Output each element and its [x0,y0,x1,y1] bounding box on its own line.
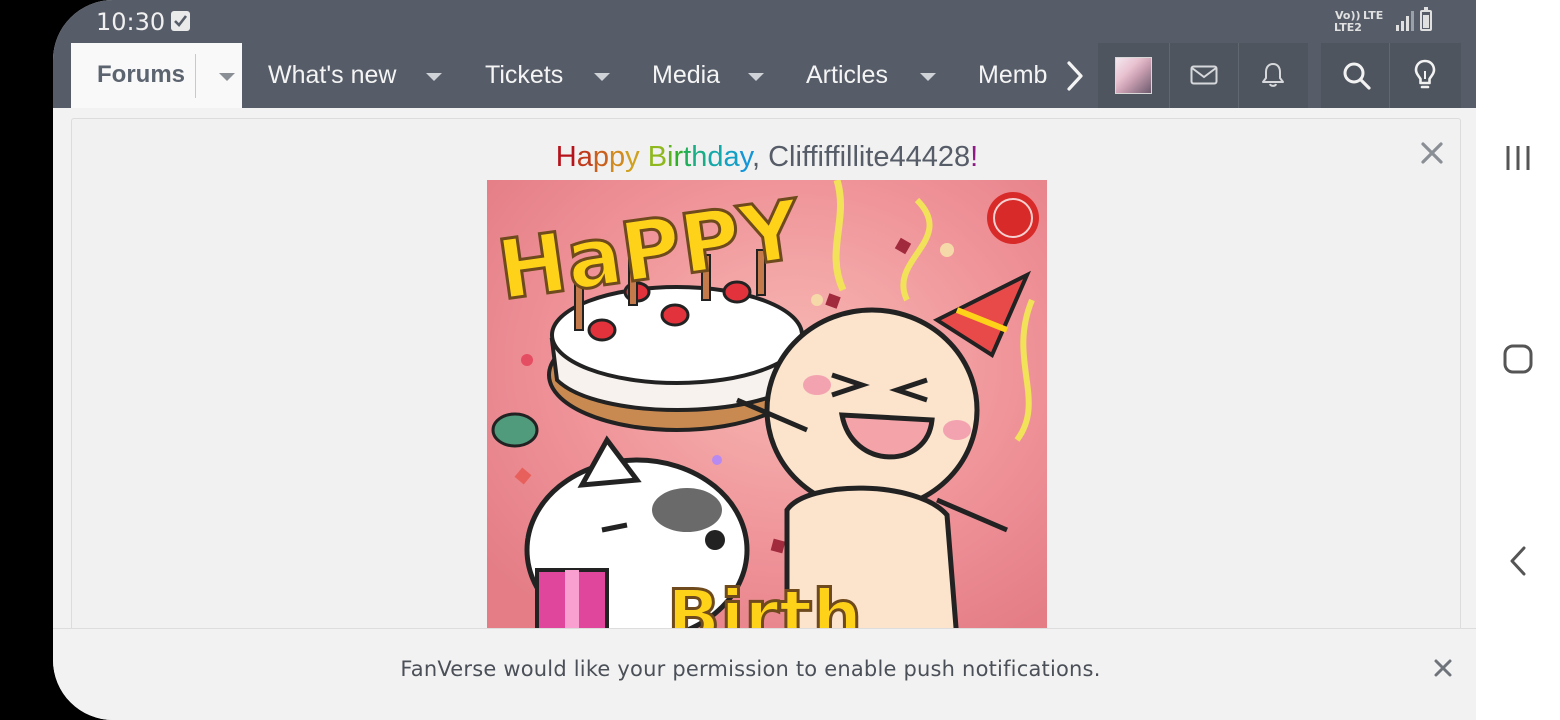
greeting-letter: a [576,141,593,173]
greeting-letter: y [625,141,640,173]
search-icon[interactable] [1342,61,1372,91]
nav-tab-forums-label: Forums [97,61,186,88]
greeting-username: , Cliffiffillite44428 [752,141,971,173]
network-indicator: Vo)) LTE LTE2 [1331,8,1391,36]
nav-divider [1389,43,1390,108]
close-icon[interactable] [1433,658,1453,678]
greeting-letter: d [707,141,724,173]
chevron-right-icon[interactable] [1065,60,1085,92]
lte-label: LTE [1363,9,1384,22]
status-time: 10:30 [96,8,166,36]
recent-apps-icon[interactable] [1504,144,1532,172]
nav-tab-forums[interactable]: Forums [71,43,242,108]
greeting-letter: y [739,141,752,173]
nav-divider [1238,43,1239,108]
battery-icon [1420,7,1432,31]
home-icon[interactable] [1503,344,1533,374]
chevron-down-icon[interactable] [594,73,610,81]
push-permission-bar: FanVerse would like your permission to e… [53,628,1476,720]
nav-tab-whats-new-label: What's new [268,61,397,89]
push-permission-message: FanVerse would like your permission to e… [400,657,1101,681]
nav-tab-articles[interactable]: Articles [806,43,946,108]
lightbulb-icon[interactable] [1414,59,1436,91]
greeting-letter [640,141,648,173]
nav-divider [195,54,196,98]
nav-tab-articles-label: Articles [806,61,888,89]
nav-divider [1169,43,1170,108]
close-icon[interactable] [1420,141,1444,165]
nav-tab-media-label: Media [652,61,721,89]
nav-tab-media[interactable]: Media [652,43,772,108]
nav-tab-tickets-label: Tickets [485,61,564,89]
status-bar: 10:30 Vo)) LTE LTE2 [53,0,1476,43]
nav-tab-members[interactable]: Memb [978,43,1051,108]
greeting-rainbow-text: Happy Birthday [556,141,752,173]
nav-tab-whats-new[interactable]: What's new [268,43,458,108]
nav-tab-tickets[interactable]: Tickets [485,43,625,108]
chevron-down-icon[interactable] [219,73,235,81]
back-icon[interactable] [1508,546,1528,576]
user-actions [1098,43,1308,108]
greeting-letter: r [673,141,684,173]
main-nav: Forums What's new Tickets Media Articles… [53,43,1476,108]
search-actions [1321,43,1461,108]
greeting-letter: h [691,141,708,173]
birthday-greeting: Happy Birthday, Cliffiffillite44428! [72,141,1462,174]
lte2-label: LTE2 [1334,21,1362,34]
greeting-letter: H [555,141,577,173]
bell-icon[interactable] [1261,61,1285,89]
signal-strength-icon [1396,11,1414,31]
system-nav-bar [1476,0,1560,720]
chevron-down-icon[interactable] [920,73,936,81]
chevron-down-icon[interactable] [426,73,442,81]
checkbox-notification-icon [171,11,190,31]
birthday-notice: Happy Birthday, Cliffiffillite44428! HaP… [71,118,1462,640]
phone-screen: 10:30 Vo)) LTE LTE2 Forums What's new Ti… [53,0,1476,720]
volte-label: Vo)) [1335,9,1361,22]
greeting-letter: a [723,141,740,173]
avatar[interactable] [1115,57,1152,94]
greeting-letter: B [647,141,668,173]
birthday-cartoon-image: HaPPY Birth [487,180,1047,640]
chevron-down-icon[interactable] [748,73,764,81]
greeting-letter: t [683,141,692,173]
greeting-letter: p [608,141,626,173]
greeting-letter: p [592,141,609,173]
nav-tab-members-label: Memb [978,61,1048,89]
greeting-exclamation: ! [970,141,979,173]
envelope-icon[interactable] [1190,65,1218,85]
